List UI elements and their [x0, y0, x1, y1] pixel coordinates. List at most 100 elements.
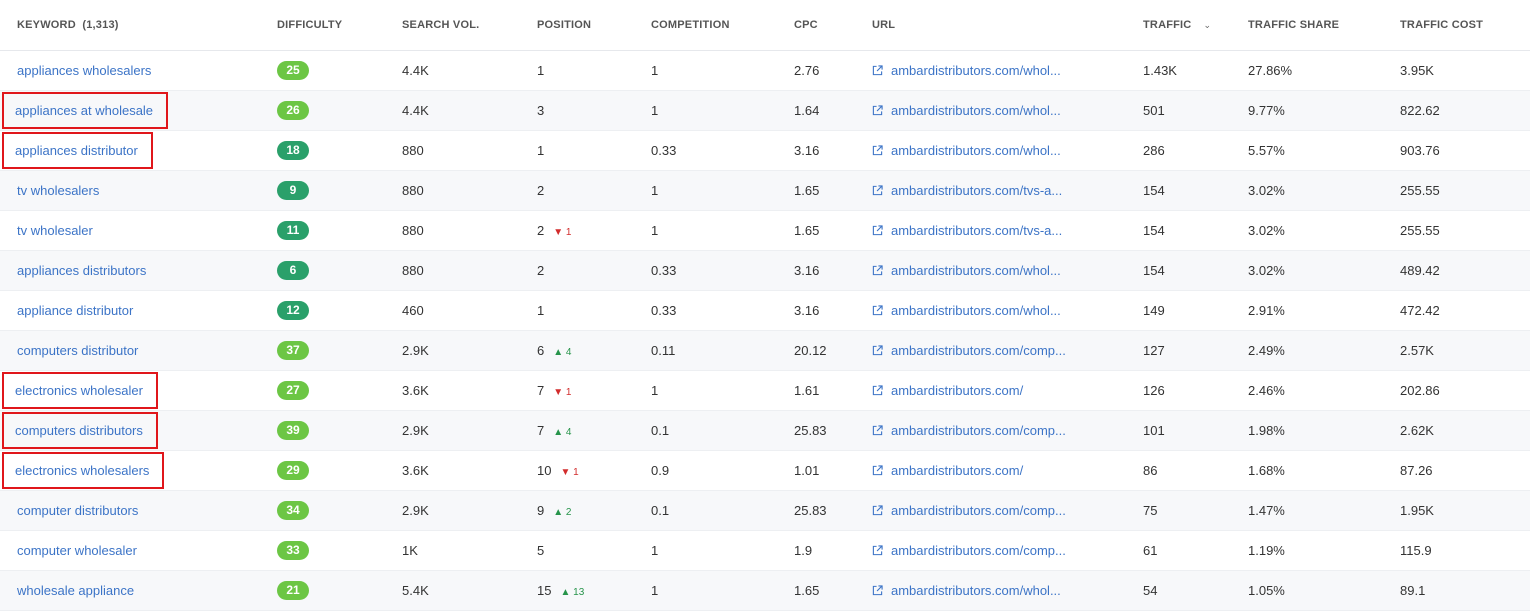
competition-cell: 1	[651, 170, 794, 211]
url-cell: ambardistributors.com/comp...	[872, 410, 1143, 451]
external-link-icon[interactable]	[872, 585, 883, 596]
keyword-link[interactable]: appliances wholesalers	[17, 63, 151, 78]
url-link[interactable]: ambardistributors.com/comp...	[891, 343, 1066, 358]
col-header-traffic-share[interactable]: TRAFFIC SHARE	[1248, 0, 1400, 51]
table-row: tv wholesalers 9 880 2 1 1.65 ambardistributor…	[0, 170, 1530, 211]
cpc-cell: 1.65	[794, 210, 872, 251]
keyword-link[interactable]: computers distributor	[17, 343, 138, 358]
search-volume-cell: 5.4K	[402, 570, 537, 611]
url-cell: ambardistributors.com/whol...	[872, 570, 1143, 611]
traffic-cost-cell: 255.55	[1400, 170, 1530, 211]
external-link-icon[interactable]	[872, 185, 883, 196]
table-header-row: KEYWORD (1,313) DIFFICULTY SEARCH VOL. P…	[0, 0, 1530, 51]
difficulty-badge: 9	[277, 181, 309, 200]
traffic-cell: 126	[1143, 370, 1248, 411]
external-link-icon[interactable]	[872, 385, 883, 396]
table-row: appliances distributors 6 880 2 0.33 3.16 amba…	[0, 250, 1530, 291]
col-header-competition[interactable]: COMPETITION	[651, 0, 794, 51]
col-header-traffic[interactable]: TRAFFIC ⌄	[1143, 0, 1248, 51]
search-volume-cell: 3.6K	[402, 370, 537, 411]
url-link[interactable]: ambardistributors.com/whol...	[891, 143, 1061, 158]
competition-cell: 0.9	[651, 450, 794, 491]
external-link-icon[interactable]	[872, 145, 883, 156]
search-volume-cell: 2.9K	[402, 410, 537, 451]
url-link[interactable]: ambardistributors.com/whol...	[891, 303, 1061, 318]
cpc-cell: 2.76	[794, 50, 872, 91]
url-link[interactable]: ambardistributors.com/	[891, 463, 1023, 478]
cpc-cell: 20.12	[794, 330, 872, 371]
external-link-icon[interactable]	[872, 65, 883, 76]
difficulty-cell: 25	[277, 50, 402, 91]
position-change-value: 1	[565, 387, 572, 398]
difficulty-badge: 18	[277, 141, 309, 160]
url-link[interactable]: ambardistributors.com/comp...	[891, 423, 1066, 438]
chevron-down-icon[interactable]: ⌄	[1203, 20, 1211, 30]
position-value: 5	[537, 543, 545, 558]
url-cell: ambardistributors.com/tvs-a...	[872, 210, 1143, 251]
col-header-difficulty[interactable]: DIFFICULTY	[277, 0, 402, 51]
url-link[interactable]: ambardistributors.com/tvs-a...	[891, 183, 1062, 198]
keyword-link[interactable]: wholesale appliance	[17, 583, 134, 598]
traffic-cell: 54	[1143, 570, 1248, 611]
triangle-up-icon: ▲	[553, 427, 564, 438]
traffic-cell: 286	[1143, 130, 1248, 171]
keyword-header-label: KEYWORD	[17, 19, 76, 31]
cpc-cell: 1.9	[794, 530, 872, 571]
url-link[interactable]: ambardistributors.com/whol...	[891, 263, 1061, 278]
keyword-link[interactable]: computers distributors	[2, 412, 158, 449]
url-link[interactable]: ambardistributors.com/whol...	[891, 583, 1061, 598]
url-cell: ambardistributors.com/comp...	[872, 490, 1143, 531]
external-link-icon[interactable]	[872, 545, 883, 556]
col-header-keyword[interactable]: KEYWORD (1,313)	[0, 0, 277, 51]
table-row: tv wholesaler 11 880 2 ▼ 1 1 1.65 ambardistribu…	[0, 210, 1530, 251]
traffic-cost-cell: 3.95K	[1400, 50, 1530, 91]
url-link[interactable]: ambardistributors.com/whol...	[891, 103, 1061, 118]
difficulty-badge: 33	[277, 541, 309, 560]
url-link[interactable]: ambardistributors.com/tvs-a...	[891, 223, 1062, 238]
traffic-cell: 86	[1143, 450, 1248, 491]
col-header-traffic-cost[interactable]: TRAFFIC COST	[1400, 0, 1530, 51]
col-header-cpc[interactable]: CPC	[794, 0, 872, 51]
external-link-icon[interactable]	[872, 345, 883, 356]
competition-cell: 0.33	[651, 290, 794, 331]
keyword-link[interactable]: appliances distributor	[2, 132, 153, 169]
position-value: 9	[537, 503, 545, 518]
external-link-icon[interactable]	[872, 305, 883, 316]
external-link-icon[interactable]	[872, 425, 883, 436]
keyword-link[interactable]: tv wholesaler	[17, 223, 93, 238]
keyword-cell: appliances distributors	[0, 250, 277, 291]
position-value: 7	[537, 383, 545, 398]
competition-cell: 0.1	[651, 490, 794, 531]
keyword-link[interactable]: tv wholesalers	[17, 183, 99, 198]
url-link[interactable]: ambardistributors.com/comp...	[891, 503, 1066, 518]
difficulty-badge: 37	[277, 341, 309, 360]
url-link[interactable]: ambardistributors.com/comp...	[891, 543, 1066, 558]
url-link[interactable]: ambardistributors.com/whol...	[891, 63, 1061, 78]
keyword-link[interactable]: computer distributors	[17, 503, 138, 518]
col-header-search-volume[interactable]: SEARCH VOL.	[402, 0, 537, 51]
difficulty-cell: 9	[277, 170, 402, 211]
external-link-icon[interactable]	[872, 105, 883, 116]
keyword-link[interactable]: computer wholesaler	[17, 543, 137, 558]
external-link-icon[interactable]	[872, 265, 883, 276]
col-header-position[interactable]: POSITION	[537, 0, 651, 51]
keyword-link[interactable]: electronics wholesaler	[2, 372, 158, 409]
competition-cell: 0.1	[651, 410, 794, 451]
keyword-cell: tv wholesalers	[0, 170, 277, 211]
triangle-up-icon: ▲	[553, 507, 564, 518]
external-link-icon[interactable]	[872, 225, 883, 236]
keyword-link[interactable]: appliances at wholesale	[1, 92, 169, 129]
col-header-url[interactable]: URL	[872, 0, 1143, 51]
keyword-link[interactable]: electronics wholesalers	[1, 452, 165, 489]
url-link[interactable]: ambardistributors.com/	[891, 383, 1023, 398]
difficulty-cell: 6	[277, 250, 402, 291]
external-link-icon[interactable]	[872, 505, 883, 516]
traffic-share-cell: 3.02%	[1248, 210, 1400, 251]
competition-cell: 0.33	[651, 130, 794, 171]
traffic-cell: 61	[1143, 530, 1248, 571]
keyword-link[interactable]: appliance distributor	[17, 303, 133, 318]
external-link-icon[interactable]	[872, 465, 883, 476]
traffic-cell: 101	[1143, 410, 1248, 451]
position-cell: 7 ▼ 1	[537, 370, 651, 411]
keyword-link[interactable]: appliances distributors	[17, 263, 146, 278]
